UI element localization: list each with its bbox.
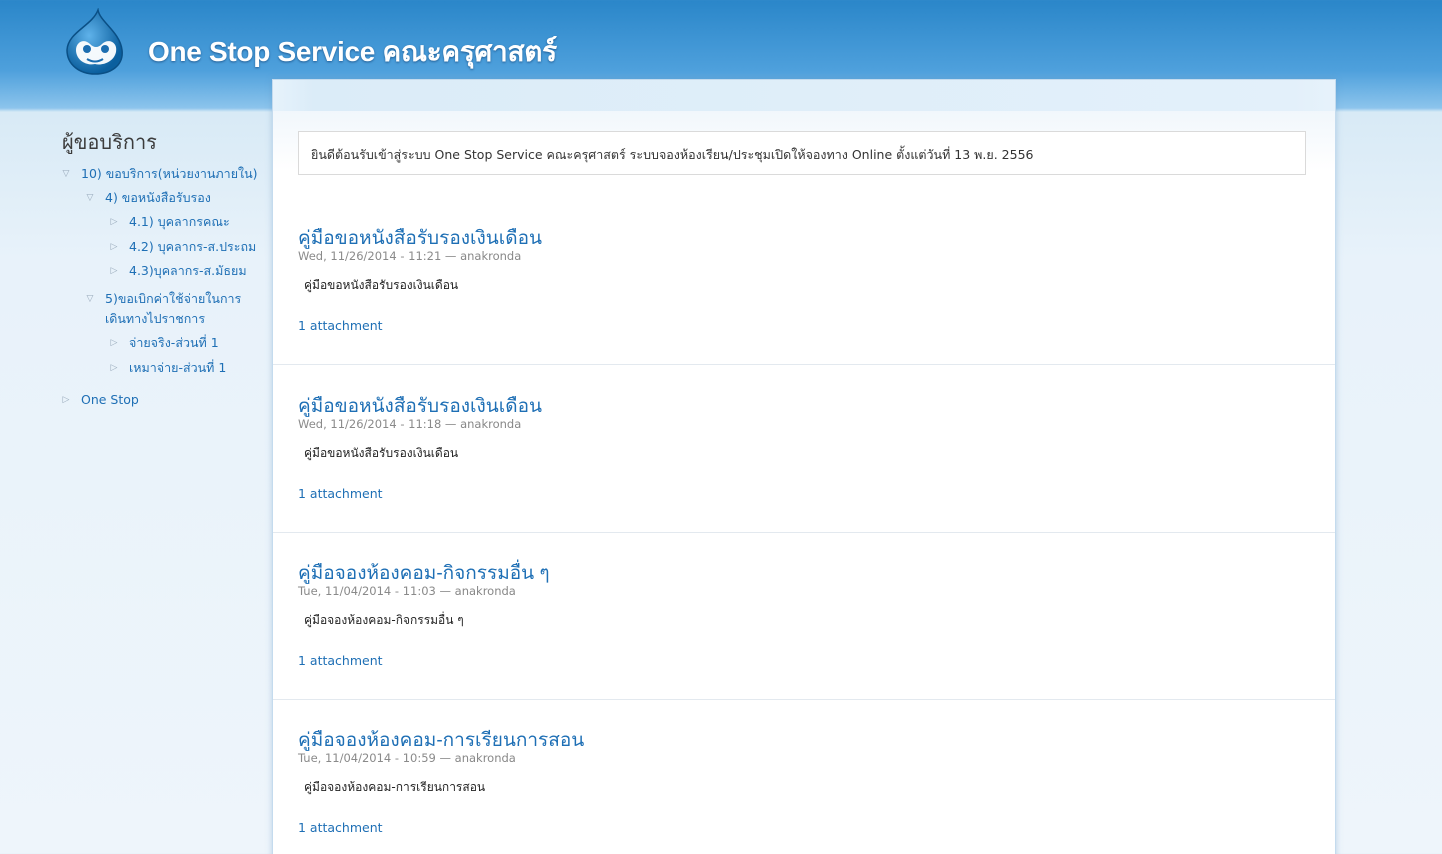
collapsed-triangle-icon: ▷	[110, 363, 118, 373]
expanded-triangle-icon: ▽	[86, 294, 94, 304]
node-submitted: Wed, 11/26/2014 - 11:18 — anakronda	[298, 417, 522, 431]
sidebar-item-label: เหมาจ่าย-ส่วนที่ 1	[129, 360, 227, 375]
node-body: คู่มือขอหนังสือรับรองเงินเดือน	[304, 446, 459, 460]
sidebar: ผู้ขอบริการ ▽ 10) ขอบริการ(หน่วยงานภายใน…	[60, 126, 265, 414]
attachment-link[interactable]: 1 attachment	[298, 486, 383, 501]
sidebar-item-label: 5)ขอเบิกค่าใช้จ่ายในการเดินทางไปราชการ	[105, 291, 242, 326]
node-author[interactable]: anakronda	[460, 249, 521, 263]
node-submitted: Wed, 11/26/2014 - 11:21 — anakronda	[298, 249, 522, 263]
sidebar-item-label: 4) ขอหนังสือรับรอง	[105, 190, 211, 205]
expanded-triangle-icon: ▽	[86, 193, 94, 203]
sidebar-item-staff-faculty[interactable]: ▷ 4.1) บุคลากรคณะ	[108, 212, 265, 237]
attachment-link[interactable]: 1 attachment	[298, 653, 383, 668]
node-date: Tue, 11/04/2014 - 11:03	[298, 584, 436, 598]
node-teaser: คู่มือขอหนังสือรับรองเงินเดือน Wed, 11/2…	[273, 197, 1335, 365]
expanded-triangle-icon: ▽	[62, 169, 70, 179]
content-area: ยินดีต้อนรับเข้าสู่ระบบ One Stop Service…	[273, 111, 1335, 854]
node-author[interactable]: anakronda	[455, 584, 516, 598]
collapsed-triangle-icon: ▷	[110, 217, 118, 227]
main-content: ยินดีต้อนรับเข้าสู่ระบบ One Stop Service…	[272, 79, 1336, 854]
site-name[interactable]: One Stop Service คณะครุศาสตร์	[148, 30, 557, 74]
node-body: คู่มือขอหนังสือรับรองเงินเดือน	[304, 278, 459, 292]
node-teaser: คู่มือจองห้องคอม-การเรียนการสอน Tue, 11/…	[273, 699, 1335, 854]
node-teaser: คู่มือจองห้องคอม-กิจกรรมอื่น ๆ Tue, 11/0…	[273, 532, 1335, 700]
sidebar-item-label: จ่ายจริง-ส่วนที่ 1	[129, 335, 219, 350]
node-date: Wed, 11/26/2014 - 11:21	[298, 249, 442, 263]
sidebar-item-label: 10) ขอบริการ(หน่วยงานภายใน)	[81, 166, 258, 181]
drupal-drop-icon[interactable]	[62, 7, 128, 76]
node-body: คู่มือจองห้องคอม-การเรียนการสอน	[304, 780, 486, 794]
sidebar-item-one-stop[interactable]: ▷ One Stop	[60, 390, 265, 414]
node-date: Tue, 11/04/2014 - 10:59	[298, 751, 436, 765]
node-submitted: Tue, 11/04/2014 - 11:03 — anakronda	[298, 584, 516, 598]
sidebar-item-lump-sum[interactable]: ▷ เหมาจ่าย-ส่วนที่ 1	[108, 358, 265, 390]
welcome-message: ยินดีต้อนรับเข้าสู่ระบบ One Stop Service…	[298, 131, 1306, 175]
collapsed-triangle-icon: ▷	[110, 242, 118, 252]
collapsed-triangle-icon: ▷	[62, 395, 70, 405]
sidebar-item-certificate[interactable]: ▽ 4) ขอหนังสือรับรอง	[84, 188, 265, 212]
sidebar-item-label: One Stop	[81, 392, 139, 407]
sidebar-item-label: 4.2) บุคลากร-ส.ประถม	[129, 239, 257, 254]
sidebar-item-service-internal[interactable]: ▽ 10) ขอบริการ(หน่วยงานภายใน)	[60, 164, 265, 188]
sidebar-item-label: 4.3)บุคลากร-ส.มัธยม	[129, 263, 247, 278]
collapsed-triangle-icon: ▷	[110, 266, 118, 276]
sidebar-item-label: 4.1) บุคลากรคณะ	[129, 214, 230, 229]
node-date: Wed, 11/26/2014 - 11:18	[298, 417, 442, 431]
attachment-link[interactable]: 1 attachment	[298, 318, 383, 333]
sidebar-item-actual-expense[interactable]: ▷ จ่ายจริง-ส่วนที่ 1	[108, 333, 265, 358]
attachment-link[interactable]: 1 attachment	[298, 820, 383, 835]
node-author[interactable]: anakronda	[460, 417, 521, 431]
sidebar-item-travel-expense[interactable]: ▽ 5)ขอเบิกค่าใช้จ่ายในการเดินทางไปราชการ	[84, 289, 254, 333]
node-body: คู่มือจองห้องคอม-กิจกรรมอื่น ๆ	[304, 613, 464, 627]
node-teaser: คู่มือขอหนังสือรับรองเงินเดือน Wed, 11/2…	[273, 365, 1335, 533]
sidebar-item-staff-secondary[interactable]: ▷ 4.3)บุคลากร-ส.มัธยม	[108, 261, 265, 289]
content-top-bar	[273, 80, 1335, 111]
sidebar-title: ผู้ขอบริการ	[62, 132, 157, 154]
node-author[interactable]: anakronda	[455, 751, 516, 765]
sidebar-item-staff-primary[interactable]: ▷ 4.2) บุคลากร-ส.ประถม	[108, 237, 265, 261]
collapsed-triangle-icon: ▷	[110, 338, 118, 348]
node-submitted: Tue, 11/04/2014 - 10:59 — anakronda	[298, 751, 516, 765]
